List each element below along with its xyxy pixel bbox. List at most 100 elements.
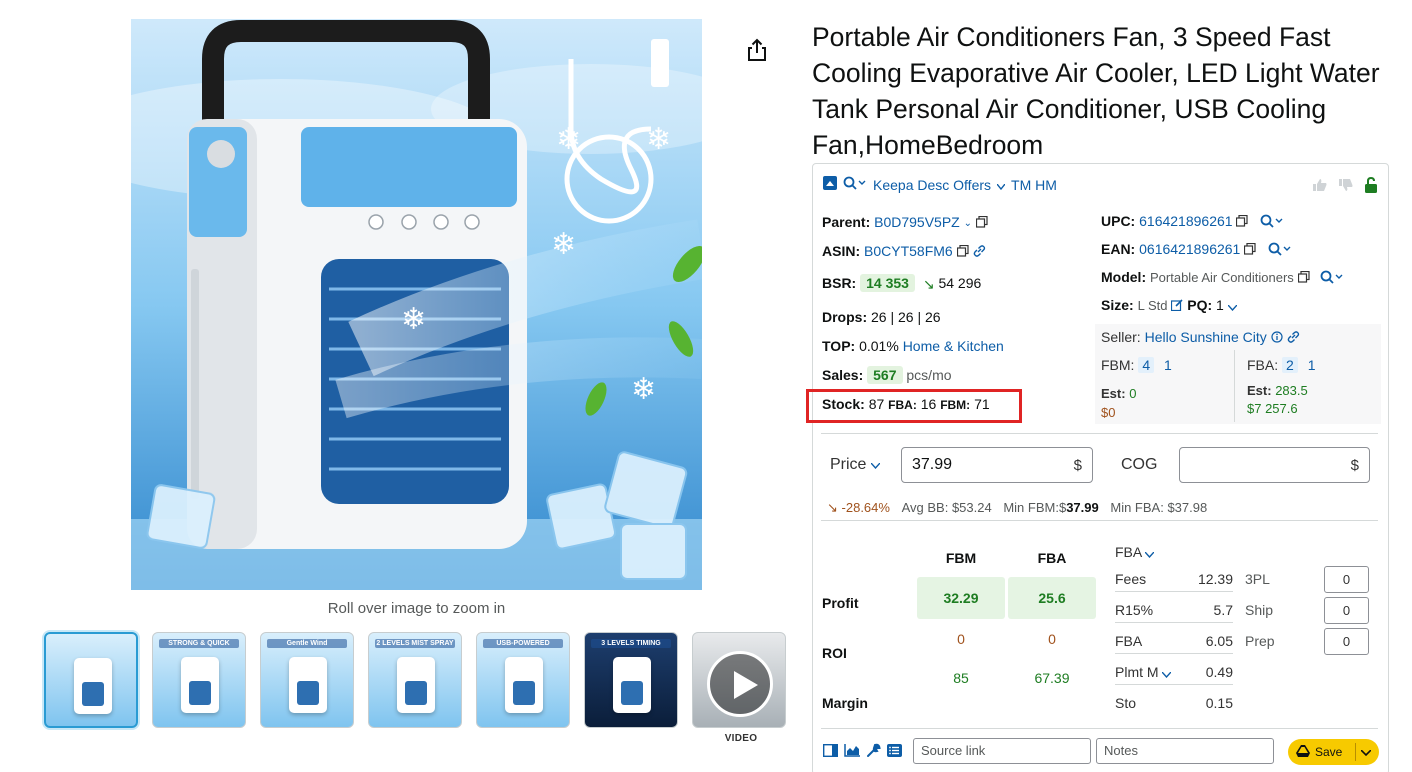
avg-bb-label: Avg BB: (901, 500, 949, 515)
ean-row: EAN: 0616421896261 (1101, 241, 1292, 259)
fee-label-fees: Fees (1115, 571, 1147, 587)
est-fbm-row: Est: 0 (1101, 386, 1136, 401)
thumbs-down-icon[interactable] (1338, 178, 1354, 195)
chevron-down-icon[interactable] (870, 456, 881, 474)
sales-row: Sales: 567 pcs/mo (822, 366, 952, 384)
notes-input[interactable]: Notes (1096, 738, 1274, 764)
thumbnail-image (181, 657, 219, 713)
copy-icon[interactable] (1297, 270, 1310, 286)
fee-label-plmt[interactable]: Plmt M (1115, 664, 1172, 681)
roi-fba-value: 0 (1048, 631, 1056, 647)
cog-input[interactable]: $ (1179, 447, 1370, 483)
thumbnail-caption: Gentle Wind (267, 639, 347, 648)
asin-link[interactable]: B0CYT58FM6 (864, 243, 953, 259)
keepa-header: Keepa Desc Offers TM HM (823, 176, 1057, 193)
video-label: VIDEO (724, 733, 758, 744)
unlock-icon[interactable] (1364, 176, 1378, 196)
est-fba-row: Est: 283.5 (1247, 383, 1308, 398)
collapse-icon[interactable] (823, 176, 837, 193)
seller-link[interactable]: Hello Sunshine City (1145, 329, 1267, 345)
arrow-down-right-icon: ↘ (827, 500, 838, 515)
fba-offers-count-2[interactable]: 1 (1308, 357, 1316, 373)
upc-link[interactable]: 616421896261 (1139, 213, 1232, 229)
search-dropdown-icon[interactable] (1268, 242, 1292, 259)
bsr-label: BSR: (822, 275, 857, 291)
chevron-down-icon[interactable]: ⌄ (964, 218, 972, 229)
keepa-desc-offers-menu[interactable]: Keepa Desc Offers (873, 177, 991, 193)
col-fbm-header: FBM (945, 550, 977, 566)
fbm-offers-count[interactable]: 4 (1138, 357, 1155, 373)
bsr-previous: 54 296 (938, 275, 982, 291)
chevron-down-icon[interactable] (1144, 545, 1155, 561)
cog-label: COG (1121, 456, 1158, 473)
price-input-value: 37.99 (912, 456, 953, 473)
fbm-offers-label: FBM: (1101, 357, 1135, 373)
drops-row: Drops: 26 | 26 | 26 (822, 309, 941, 325)
est-fbm-label: Est: (1101, 386, 1126, 401)
roi-label: ROI (822, 645, 847, 661)
search-dropdown-icon[interactable] (1260, 214, 1284, 231)
chevron-down-icon[interactable] (1227, 298, 1238, 314)
extra-label-prep: Prep (1245, 633, 1275, 649)
margin-fba-value: 67.39 (1034, 670, 1070, 686)
panel-layout-icon[interactable] (822, 743, 839, 760)
thumbnail-4[interactable]: 2 LEVELS MIST SPRAY (368, 632, 462, 728)
thumbnail-caption: STRONG & QUICK (159, 639, 239, 648)
ean-link[interactable]: 0616421896261 (1139, 241, 1240, 257)
list-icon[interactable] (887, 744, 902, 760)
thumbnail-2[interactable]: STRONG & QUICK (152, 632, 246, 728)
fee-underline (1115, 622, 1233, 623)
wrench-icon[interactable] (866, 743, 881, 761)
thumbnail-1[interactable] (44, 632, 138, 728)
price-input[interactable]: 37.99 $ (901, 447, 1093, 483)
copy-icon[interactable] (1236, 214, 1249, 230)
fee-value-fees: 12.39 (1197, 571, 1233, 587)
search-dropdown-icon[interactable] (843, 176, 867, 193)
thumbnail-strip: STRONG & QUICK Gentle Wind 2 LEVELS MIST… (44, 632, 786, 728)
input-ship[interactable]: 0 (1324, 597, 1369, 624)
avg-bb-value: $53.24 (951, 500, 992, 515)
copy-icon[interactable] (1244, 242, 1256, 258)
asin-row: ASIN: B0CYT58FM6 (822, 243, 986, 260)
chevron-down-icon[interactable] (1360, 745, 1372, 759)
source-link-input[interactable]: Source link (913, 738, 1091, 764)
tm-hm-link[interactable]: TM HM (1011, 177, 1057, 193)
fee-underline (1115, 653, 1233, 654)
fbm-offers-row: FBM: 4 1 (1101, 357, 1172, 373)
thumbnail-image (505, 657, 543, 713)
link-icon[interactable] (973, 244, 986, 260)
roi-fbm-value: 0 (957, 631, 965, 647)
info-icon[interactable] (1271, 330, 1283, 346)
copy-icon[interactable] (956, 244, 969, 260)
share-icon[interactable] (744, 37, 770, 63)
input-prep[interactable]: 0 (1324, 628, 1369, 655)
thumbnail-video[interactable] (692, 632, 786, 728)
search-dropdown-icon[interactable] (1320, 270, 1344, 287)
link-icon[interactable] (1287, 330, 1300, 346)
model-label: Model: (1101, 269, 1147, 285)
chevron-down-icon[interactable] (996, 177, 1006, 193)
thumbnail-6[interactable]: 3 LEVELS TIMING (584, 632, 678, 728)
input-3pl[interactable]: 0 (1324, 566, 1369, 593)
est-fba-label: Est: (1247, 383, 1272, 398)
thumbs-up-icon[interactable] (1312, 178, 1328, 195)
copy-icon[interactable] (975, 215, 988, 231)
fbm-offers-count-2[interactable]: 1 (1164, 357, 1172, 373)
min-fba-value: $37.98 (1167, 500, 1208, 515)
thumbnail-caption: USB-POWERED (483, 639, 563, 648)
est-fbm-value: 0 (1129, 386, 1137, 401)
fees-mode-select[interactable]: FBA (1115, 544, 1155, 561)
parent-asin-link[interactable]: B0D795V5PZ (874, 214, 960, 230)
edit-icon[interactable] (1171, 298, 1183, 314)
fba-offers-count[interactable]: 2 (1282, 357, 1298, 373)
upc-row: UPC: 616421896261 (1101, 213, 1284, 231)
price-label[interactable]: Price (830, 456, 881, 474)
save-button[interactable]: Save (1288, 739, 1379, 765)
thumbnail-3[interactable]: Gentle Wind (260, 632, 354, 728)
seller-label: Seller: (1101, 329, 1141, 345)
main-product-image[interactable]: ❄ ❄ ❄ ❄ ❄ (131, 19, 702, 590)
sales-unit: pcs/mo (906, 367, 952, 383)
chart-icon[interactable] (844, 744, 860, 760)
top-category-link[interactable]: Home & Kitchen (903, 338, 1004, 354)
thumbnail-5[interactable]: USB-POWERED (476, 632, 570, 728)
